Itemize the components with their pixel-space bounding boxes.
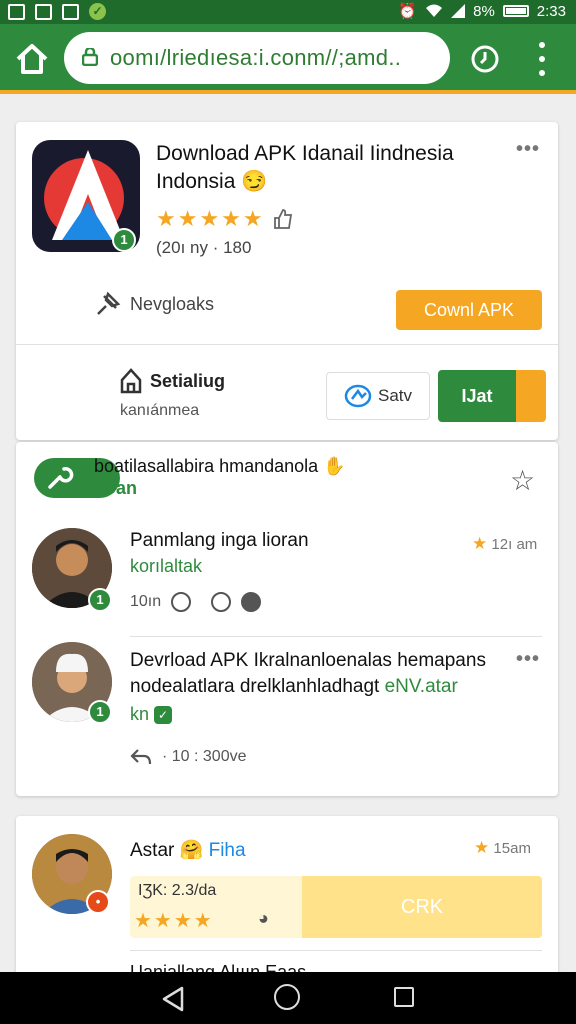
muted-notification-icon (62, 3, 79, 20)
hand-icon: ✋ (323, 456, 346, 476)
setting-title-text: Setialiug (150, 370, 226, 391)
setting-block[interactable]: Setialiug kanıánmea (120, 368, 225, 420)
post-body: nodealatlara drelklanhladhagt eNV.atar (130, 676, 458, 698)
signal-icon (451, 4, 466, 18)
system-icons: ⏰ 8% 2:33 (398, 2, 566, 21)
stats-stars: ★★★★ (134, 910, 214, 932)
thumbs-up-icon[interactable] (273, 208, 293, 230)
post-author-text: Astar (130, 840, 175, 861)
favorite-star-icon[interactable]: ☆ (510, 464, 535, 497)
downloads-row: Nevgloaks (94, 290, 214, 318)
rating-row: ★★★★★ (156, 206, 293, 232)
url-text[interactable]: oomı/lriedıesa:i.conm//;amd.. (110, 45, 401, 71)
user-icon[interactable] (241, 592, 262, 612)
feed-header-title-text: boatilasallabira hmandanola (94, 456, 319, 476)
status-badge: • (86, 890, 110, 914)
verified-badge: 1 (88, 588, 112, 612)
bottom-card: • Astar 🤗 Fiha ★ 15am IƷK: 2.3/da ★★★★ ◕… (16, 816, 558, 986)
navigation-bar (0, 972, 576, 1024)
more-options-icon[interactable]: ••• (516, 648, 540, 671)
app-icon[interactable]: 1 (32, 140, 140, 252)
clock: 2:33 (536, 2, 566, 20)
status-bar: ✓ ⏰ 8% 2:33 (0, 0, 576, 24)
post-time-text: 15am (493, 840, 531, 857)
verified-badge: 1 (88, 700, 112, 724)
stats-action-button[interactable]: CRK (302, 876, 542, 938)
post-subtitle: korılaltak (130, 556, 203, 576)
battery-icon (502, 5, 529, 17)
setting-title: Setialiug (120, 368, 225, 394)
address-bar[interactable]: oomı/lriedıesa:i.conm//;amd.. (64, 32, 450, 84)
time-star-icon: ★ (472, 534, 488, 553)
post-time: ★ 15am (474, 838, 531, 858)
post-line3: kn ✓ (130, 704, 173, 725)
reply-meta-text: · 10 : 300ve (162, 748, 247, 765)
post-author-name[interactable]: Devrload APK Ikralnanloenalas hemapans (130, 650, 486, 672)
stats-text: IƷK: 2.3/da (138, 882, 217, 899)
action-orange-tail[interactable] (516, 370, 546, 422)
post-time: ★ 12ı am (472, 534, 537, 554)
post-time-text: 12ı am (491, 536, 538, 553)
rating-stars: ★★★★★ (156, 206, 265, 231)
save-link-icon (344, 384, 372, 408)
emoji-reaction-icon[interactable] (171, 592, 192, 612)
more-options-icon[interactable]: ••• (516, 138, 540, 161)
save-button-label: Satv (377, 386, 413, 405)
app-title-text: Download APK Idanail Iindnesia Indonsia (156, 142, 454, 193)
gallery-notification-icon (35, 3, 52, 20)
app-title: Download APK Idanail Iindnesia Indonsia … (156, 140, 506, 196)
stats-box: IƷK: 2.3/da ★★★★ ◕ CRK (130, 876, 542, 938)
post-meta-row: · 10 : 300ve (130, 748, 247, 766)
app-title-emoji: 😏 (241, 170, 268, 193)
downloads-label: Nevgloaks (130, 293, 215, 314)
back-icon[interactable] (160, 986, 186, 1012)
home-icon[interactable] (14, 41, 50, 77)
wifi-icon (426, 4, 443, 17)
post-author-name[interactable]: Astar 🤗 Fiha (130, 838, 246, 862)
post-author-name[interactable]: Panmlang inga lioran (130, 530, 309, 552)
battery-percent: 8% (473, 2, 495, 20)
reply-icon[interactable] (130, 748, 152, 766)
wrench-icon (48, 467, 74, 489)
action-green-button[interactable]: IJat (438, 370, 516, 422)
recents-icon[interactable] (394, 987, 414, 1007)
notification-icons: ✓ (8, 3, 106, 20)
app-meta: (20ı ny · 180 (156, 238, 252, 257)
divider (16, 344, 558, 345)
post-body-text: nodealatlara drelklanhladhagt (130, 676, 380, 697)
setting-subtitle: kanıánmea (120, 402, 200, 419)
post-line3-text: kn (130, 704, 150, 724)
clock-icon[interactable] (470, 44, 500, 74)
author-suffix: Fiha (208, 840, 246, 861)
check-icon: ✓ (154, 706, 173, 725)
notification-box-icon (8, 3, 25, 20)
check-notification-icon: ✓ (89, 3, 106, 20)
download-apk-button[interactable]: Cownl APK (396, 290, 542, 330)
posts-card: boatilasallabira hmandanola ✋ boan ☆ 1 P… (16, 442, 558, 796)
more-vert-icon[interactable] (532, 42, 552, 76)
browser-toolbar: oomı/lriedıesa:i.conm//;amd.. (0, 24, 576, 94)
save-button[interactable]: Satv (326, 372, 430, 420)
divider (130, 636, 542, 637)
post-meta-row: 10ın (130, 592, 262, 612)
building-icon (120, 368, 142, 394)
home-nav-icon[interactable] (274, 984, 300, 1010)
app-card: 1 Download APK Idanail Iindnesia Indonsi… (16, 122, 558, 440)
refresh-icon[interactable] (211, 592, 232, 612)
post-meta-count: 10ın (130, 593, 162, 610)
emoji-reaction-icon[interactable]: ◕ (258, 908, 269, 929)
verified-badge: 1 (112, 228, 136, 252)
feed-header-title: boatilasallabira hmandanola ✋ (94, 456, 346, 477)
time-star-icon: ★ (474, 838, 490, 857)
author-emoji: 🤗 (179, 840, 204, 861)
alarm-icon: ⏰ (398, 3, 418, 20)
feed-header-subtitle: boan (94, 478, 137, 498)
pin-icon (97, 291, 121, 315)
divider (130, 950, 542, 951)
post-body-link[interactable]: eNV.atar (385, 676, 458, 697)
lock-icon (82, 48, 98, 66)
